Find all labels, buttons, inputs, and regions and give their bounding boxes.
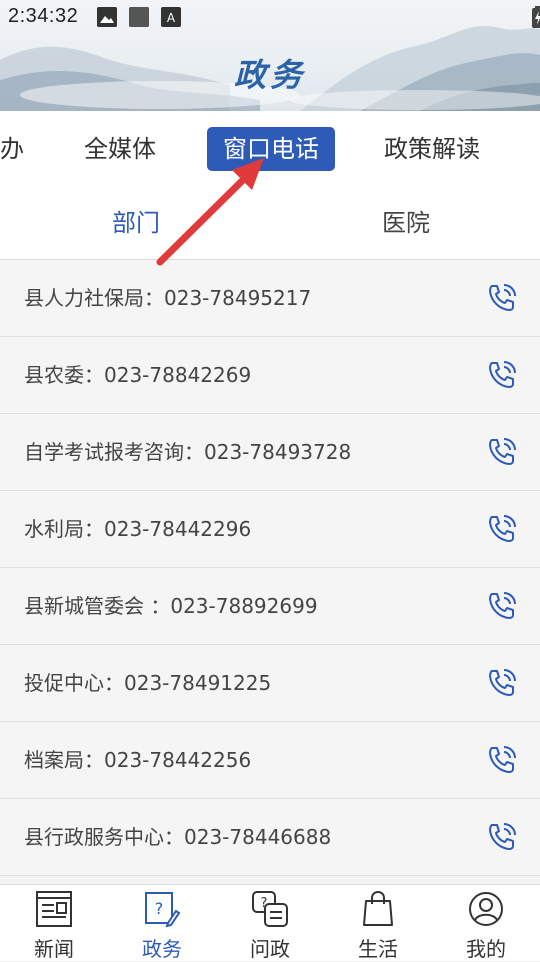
contact-text: 水利局：023-78442296 <box>24 517 252 541</box>
svg-text:?: ? <box>155 899 164 918</box>
nav-item-government[interactable]: ? 政务 <box>108 885 216 961</box>
list-item[interactable]: 投促中心：023-78491225 <box>0 645 540 722</box>
status-time: 2:34:32 <box>8 5 79 27</box>
nav-label: 生活 <box>358 937 398 961</box>
phone-call-icon[interactable] <box>486 436 518 468</box>
tab-media[interactable]: 全媒体 <box>84 127 156 171</box>
phone-call-icon[interactable] <box>486 821 518 853</box>
contact-list: 县人力社保局：023-78495217 县农委：023-78842269 自学考… <box>0 260 540 884</box>
battery-icon <box>532 6 540 28</box>
subtab-hospital[interactable]: 医院 <box>382 187 430 259</box>
nav-label: 政务 <box>142 937 182 961</box>
newspaper-icon <box>36 891 72 927</box>
contact-text: 自学考试报考咨询：023-78493728 <box>24 440 352 464</box>
chat-question-icon: ? <box>252 891 288 927</box>
page-header: 2:34:32 A 政务 <box>0 0 540 111</box>
contact-text: 档案局：023-78442256 <box>24 748 252 772</box>
list-item[interactable]: 水利局：023-78442296 <box>0 491 540 568</box>
contact-text: 县新城管委会 ：023-78892699 <box>24 594 318 618</box>
tab-policy[interactable]: 政策解读 <box>384 127 480 171</box>
shopping-bag-icon <box>363 890 393 926</box>
phone-call-icon[interactable] <box>486 667 518 699</box>
page-title: 政务 <box>233 56 306 94</box>
nav-item-news[interactable]: 新闻 <box>0 885 108 961</box>
nav-item-profile[interactable]: 我的 <box>432 885 540 961</box>
nav-label: 新闻 <box>34 937 74 961</box>
contact-text: 县农委：023-78842269 <box>24 363 252 387</box>
phone-call-icon[interactable] <box>486 744 518 776</box>
subtab-department[interactable]: 部门 <box>112 187 160 259</box>
phone-call-icon[interactable] <box>486 282 518 314</box>
phone-call-icon[interactable] <box>486 590 518 622</box>
list-item[interactable]: 县农委：023-78842269 <box>0 337 540 414</box>
nav-label: 问政 <box>250 937 290 961</box>
sub-tabs: 部门 医院 <box>0 187 540 260</box>
phone-call-icon[interactable] <box>486 359 518 391</box>
font-a-icon: A <box>161 7 181 27</box>
bottom-nav: 新闻 ? 政务 ? 问政 生活 我的 <box>0 884 540 961</box>
contact-text: 投促中心：023-78491225 <box>24 671 272 695</box>
nav-label: 我的 <box>466 937 506 961</box>
status-bar: 2:34:32 A <box>0 0 540 36</box>
list-item[interactable]: 档案局：023-78442256 <box>0 722 540 799</box>
category-tabs: 办 全媒体 窗口电话 政策解读 <box>0 111 540 188</box>
tab-partial[interactable]: 办 <box>0 127 24 171</box>
list-item[interactable]: 县行政服务中心：023-78446688 <box>0 799 540 876</box>
phone-call-icon[interactable] <box>486 513 518 545</box>
image-icon <box>97 7 117 27</box>
nav-item-inquiry[interactable]: ? 问政 <box>216 885 324 961</box>
question-edit-icon: ? <box>145 892 181 928</box>
list-item[interactable]: 自学考试报考咨询：023-78493728 <box>0 414 540 491</box>
contact-text: 县人力社保局：023-78495217 <box>24 286 312 310</box>
svg-text:A: A <box>167 11 176 25</box>
nav-item-life[interactable]: 生活 <box>324 885 432 961</box>
list-item[interactable]: 县新城管委会 ：023-78892699 <box>0 568 540 645</box>
contact-text: 县行政服务中心：023-78446688 <box>24 825 332 849</box>
list-item[interactable]: 县人力社保局：023-78495217 <box>0 260 540 337</box>
square-icon <box>129 7 149 27</box>
user-icon <box>469 892 503 926</box>
tab-window-phone[interactable]: 窗口电话 <box>207 127 335 171</box>
